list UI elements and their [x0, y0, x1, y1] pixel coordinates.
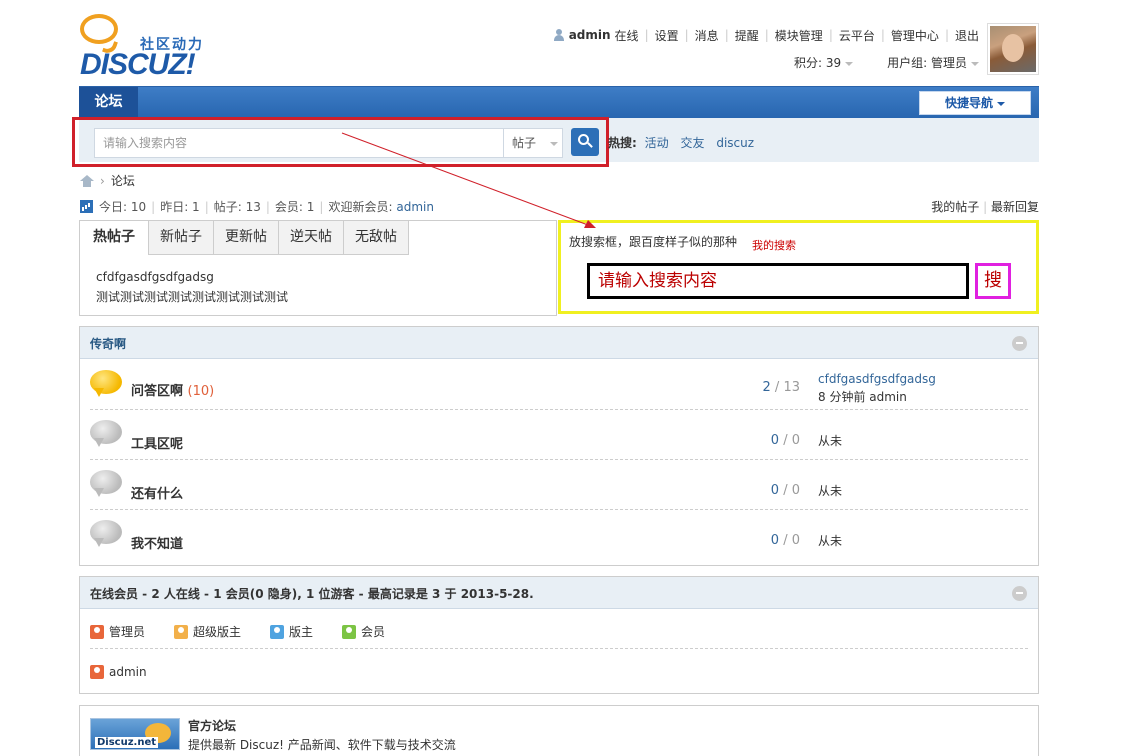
cloud-platform-link[interactable]: 云平台 [839, 27, 875, 44]
forum-group-title[interactable]: 传奇啊 [90, 335, 126, 352]
mock-search-input[interactable]: 请输入搜索内容 [587, 263, 969, 299]
collapse-icon[interactable] [1012, 586, 1027, 601]
latest-replies-link[interactable]: 最新回复 [991, 200, 1039, 214]
messages-link[interactable]: 消息 [695, 27, 719, 44]
hot-term-link[interactable]: 活动 [645, 136, 669, 150]
last-post-meta: 从未 [818, 434, 843, 448]
super-moderator-icon [174, 624, 188, 639]
tab-hot[interactable]: 热帖子 [80, 221, 149, 255]
discuz-net-logo[interactable]: Discuz.net [90, 718, 180, 750]
module-admin-link[interactable]: 模块管理 [775, 27, 823, 44]
caret-down-icon [997, 101, 1005, 106]
forum-name-link[interactable]: 还有什么 [131, 483, 183, 502]
tab-invincible[interactable]: 无敌帖 [344, 221, 409, 254]
username-link[interactable]: admin [569, 28, 611, 42]
usergroup-dropdown[interactable]: 用户组: 管理员 [887, 54, 979, 71]
forum-name-link[interactable]: 我不知道 [131, 533, 183, 552]
hot-search-label: 热搜: [608, 136, 637, 150]
forum-row: 工具区呢 0 / 0 从未 [80, 410, 1038, 460]
user-icon [553, 29, 565, 41]
caret-down-icon [845, 61, 854, 66]
tab-updated[interactable]: 更新帖 [214, 221, 279, 254]
admin-center-link[interactable]: 管理中心 [891, 27, 939, 44]
caret-down-icon [971, 61, 979, 66]
my-posts-link[interactable]: 我的帖子 [931, 200, 979, 214]
hot-threads-panel: 热帖子 新帖子 更新帖 逆天帖 无敌帖 cfdfgasdfgsdfgadsg 测… [79, 220, 557, 316]
annotation-note: 放搜索框，跟百度样子似的那种 [569, 235, 738, 249]
avatar[interactable] [987, 23, 1039, 75]
legend-member: 会员 [342, 623, 385, 640]
member-icon [342, 624, 356, 639]
notifications-link[interactable]: 提醒 [735, 27, 759, 44]
online-status: 在线 [614, 28, 639, 43]
tab-amazing[interactable]: 逆天帖 [279, 221, 344, 254]
annotation-highlight-search [72, 117, 609, 167]
collapse-icon[interactable] [1012, 336, 1027, 351]
mock-search-button[interactable]: 搜 [975, 263, 1011, 299]
stat-welcome: 欢迎新会员: [328, 200, 393, 214]
online-members: 在线会员 - 2 人在线 - 1 会员(0 隐身), 1 位游客 - 最高记录是… [79, 576, 1039, 694]
hot-term-link[interactable]: 交友 [680, 136, 704, 150]
stat-members: 会员: 1 [274, 200, 315, 214]
tab-content: cfdfgasdfgsdfgadsg 测试测试测试测试测试测试测试测试 [96, 267, 288, 307]
legend-super-mod: 超级版主 [174, 623, 241, 640]
official-forum-desc: 提供最新 Discuz! 产品新闻、软件下载与技术交流 [188, 738, 456, 752]
user-credits-bar: 积分: 39 用户组: 管理员 [794, 54, 979, 71]
official-forum-link: Discuz.net 官方论坛 提供最新 Discuz! 产品新闻、软件下载与技… [79, 705, 1039, 756]
hot-threads-tabs: 热帖子 新帖子 更新帖 逆天帖 无敌帖 [80, 221, 409, 255]
annotation-label: 我的搜索 [752, 239, 796, 252]
hot-term-link[interactable]: discuz [716, 136, 754, 150]
moderator-icon [270, 624, 284, 639]
forum-row: 我不知道 0 / 0 从未 [80, 510, 1038, 560]
last-post-meta: 8 分钟前 admin [818, 390, 907, 404]
credits-dropdown[interactable]: 积分: 39 [794, 54, 854, 71]
online-title[interactable]: 在线会员 - 2 人在线 - 1 会员(0 隐身), 1 位游客 - 最高记录是… [90, 585, 534, 602]
thread-link[interactable]: cfdfgasdfgsdfgadsg [96, 267, 288, 287]
admin-user-icon [90, 665, 104, 679]
stat-posts: 帖子: 13 [213, 200, 261, 214]
last-post-meta: 从未 [818, 534, 843, 548]
nav-tab-forum[interactable]: 论坛 [79, 87, 138, 118]
hot-search: 热搜: 活动 交友 discuz [608, 134, 762, 151]
breadcrumb: › 论坛 [80, 172, 135, 189]
forum-stat: 0 / 0 [770, 483, 800, 498]
logo-brand: DISCUZ! [80, 48, 196, 81]
tab-new[interactable]: 新帖子 [149, 221, 214, 254]
stats-chart-icon[interactable] [80, 200, 93, 213]
stat-yesterday: 昨日: 1 [160, 200, 200, 214]
admin-user-icon [90, 624, 104, 639]
forum-name-link[interactable]: 工具区呢 [131, 433, 183, 452]
official-forum-title[interactable]: 官方论坛 [188, 717, 236, 734]
annotation-box: 放搜索框，跟百度样子似的那种 我的搜索 请输入搜索内容 搜 [558, 220, 1039, 314]
legend-mod: 版主 [270, 623, 313, 640]
last-post-meta: 从未 [818, 484, 843, 498]
online-user[interactable]: admin [90, 665, 147, 679]
forum-stat: 0 / 0 [770, 533, 800, 548]
stats-links: 我的帖子 | 最新回复 [931, 200, 1039, 214]
thread-link[interactable]: 测试测试测试测试测试测试测试测试 [96, 287, 288, 307]
forum-row: 还有什么 0 / 0 从未 [80, 460, 1038, 510]
settings-link[interactable]: 设置 [655, 27, 679, 44]
breadcrumb-current[interactable]: 论坛 [111, 172, 135, 189]
logout-link[interactable]: 退出 [955, 27, 979, 44]
quick-nav-button[interactable]: 快捷导航 [919, 91, 1031, 115]
forum-stat: 2 / 13 [762, 380, 801, 395]
forum-name-link[interactable]: 问答区啊 [131, 384, 183, 399]
forum-row: 问答区啊 (10) 2 / 13 cfdfgasdfgsdfgadsg 8 分钟前… [80, 360, 1038, 410]
forum-stat: 0 / 0 [770, 433, 800, 448]
forum-stats: 今日: 10 | 昨日: 1 | 帖子: 13 | 会员: 1 | 欢迎新会员: adm… [80, 198, 434, 215]
main-nav: 论坛 快捷导航 [79, 86, 1039, 118]
user-toolbar: admin 在线 | 设置 | 消息 | 提醒 | 模块管理 | 云平台 | 管理中心 | 退… [553, 26, 979, 44]
discuz-logo[interactable]: 社区动力 DISCUZ! [80, 12, 215, 81]
newest-member-link[interactable]: admin [396, 200, 434, 214]
legend-admin: 管理员 [90, 623, 145, 640]
forum-group: 传奇啊 问答区啊 (10) 2 / 13 cfdfgasdfgsdfgadsg 8… [79, 326, 1039, 566]
forum-today-count: (10) [187, 384, 215, 399]
last-post-link[interactable]: cfdfgasdfgsdfgadsg [818, 372, 936, 386]
stat-today: 今日: 10 [99, 200, 147, 214]
home-icon[interactable] [80, 174, 94, 187]
